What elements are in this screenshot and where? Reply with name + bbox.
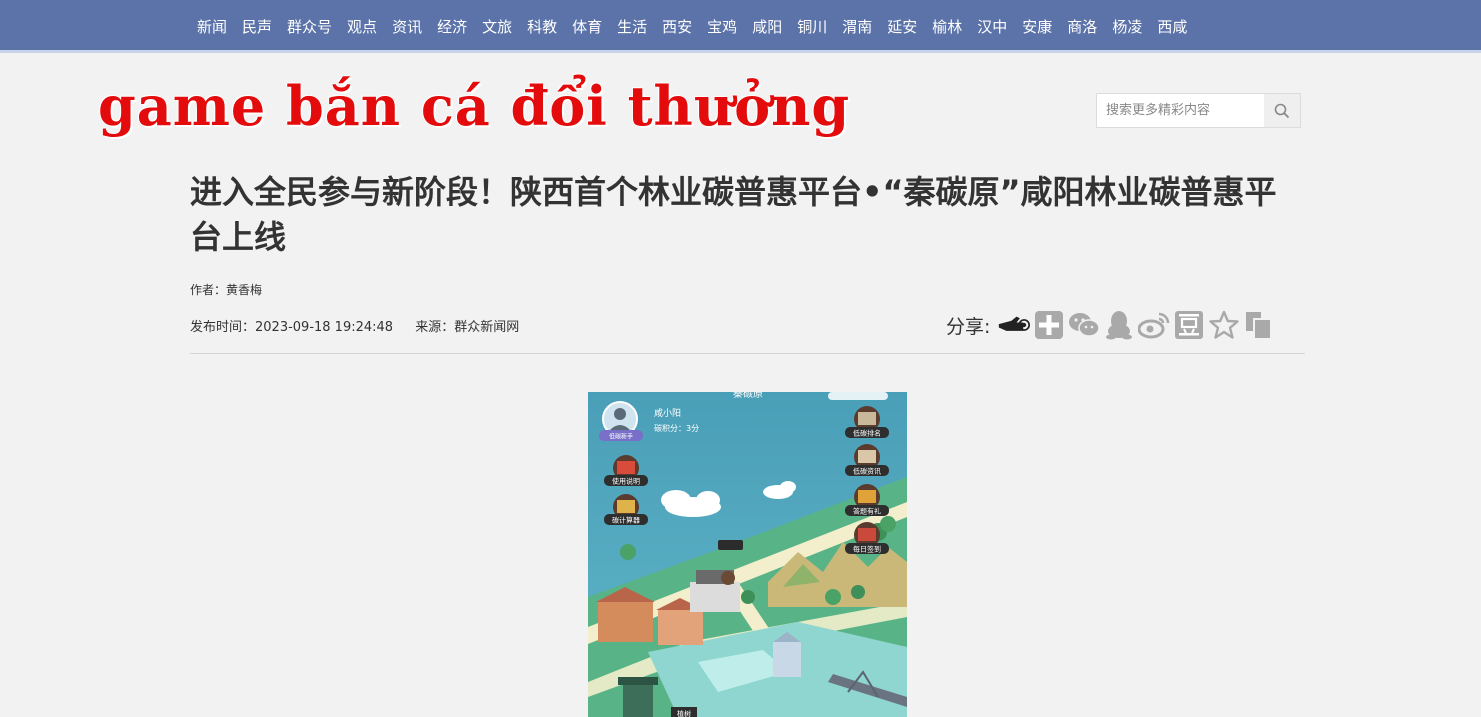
app-left-button-2: 碳计算器 [612, 516, 640, 525]
app-user-name: 咸小阳 [654, 407, 681, 419]
nav-item[interactable]: 文旅 [482, 16, 512, 37]
app-right-button-1: 低碳排名 [853, 429, 881, 438]
search-button[interactable] [1264, 94, 1300, 127]
nav-item[interactable]: 体育 [572, 16, 602, 37]
article-image: 秦碳原 低碳新手 咸小阳 碳积分：3分 使用说明 碳计算器 低碳排名 低碳资讯 … [588, 392, 907, 717]
wechat-icon[interactable] [1068, 309, 1101, 341]
divider [190, 353, 1305, 354]
article-title: 进入全民参与新阶段！陕西首个林业碳普惠平台•“秦碳原”咸阳林业碳普惠平台上线 [190, 173, 1277, 256]
publish-time: 发布时间：2023-09-18 19:24:48 [190, 320, 394, 335]
nav-item[interactable]: 西安 [662, 16, 692, 37]
nav-item[interactable]: 榆林 [932, 16, 962, 37]
nav-item[interactable]: 生活 [617, 16, 647, 37]
nav-item[interactable]: 新闻 [197, 16, 227, 37]
share-label: 分享: [946, 315, 991, 338]
top-nav-bar: 新闻 民声 群众号 观点 资讯 经济 文旅 科教 体育 生活 西安 宝鸡 咸阳 铜川 渭南 延安 榆林 汉中 安康商… [0, 0, 1481, 53]
search-input[interactable] [1097, 94, 1264, 127]
pointer-icon[interactable] [998, 309, 1031, 341]
nav-item[interactable]: 群众号 [287, 16, 332, 37]
share-bar: 分享: [946, 306, 1278, 344]
site-logo[interactable]: game bắn cá đổi thưởng [98, 74, 850, 138]
app-right-button-3: 答题有礼 [853, 507, 881, 516]
app-left-button-1: 使用说明 [612, 477, 640, 486]
search-box [1096, 93, 1301, 128]
nav-item[interactable]: 渭南 [842, 16, 872, 37]
nav-item[interactable]: 铜川 [797, 16, 827, 37]
nav-item[interactable]: 西咸 [1157, 16, 1187, 37]
app-carbon-points: 碳积分：3分 [654, 423, 699, 433]
app-right-button-4: 每日签到 [853, 545, 881, 554]
star-icon[interactable] [1208, 309, 1240, 341]
nav-item[interactable]: 杨凌 [1112, 16, 1142, 37]
app-bottom-tag: 植树 [677, 709, 691, 717]
plus-icon[interactable] [1033, 309, 1065, 341]
nav-item[interactable]: 民声 [242, 16, 272, 37]
article-meta: 发布时间：2023-09-18 19:24:48 来源：群众新闻网 [190, 316, 537, 335]
nav-list: 新闻 民声 群众号 观点 资讯 经济 文旅 科教 体育 生活 西安 宝鸡 咸阳 铜川 渭南 延安 榆林 汉中 安康商… [197, 0, 1202, 53]
nav-item[interactable]: 商洛 [1067, 16, 1097, 37]
app-badge: 低碳新手 [609, 433, 633, 441]
nav-item[interactable]: 资讯 [392, 16, 422, 37]
nav-item[interactable]: 延安 [887, 16, 917, 37]
nav-item[interactable]: 咸阳 [752, 16, 782, 37]
nav-item[interactable]: 宝鸡 [707, 16, 737, 37]
nav-item[interactable]: 经济 [437, 16, 467, 37]
nav-item[interactable]: 科教 [527, 16, 557, 37]
nav-item[interactable]: 汉中 [977, 16, 1007, 37]
app-top-title: 秦碳原 [733, 392, 763, 400]
search-icon [1274, 103, 1290, 118]
weibo-icon[interactable] [1138, 309, 1170, 341]
nav-item[interactable]: 观点 [347, 16, 377, 37]
qq-icon[interactable] [1103, 309, 1135, 341]
article-author: 作者：黄香梅 [190, 283, 263, 297]
douban-icon[interactable] [1173, 309, 1205, 341]
app-right-button-2: 低碳资讯 [853, 467, 881, 476]
nav-item[interactable]: 安康 [1022, 16, 1052, 37]
article-source: 来源：群众新闻网 [415, 320, 520, 335]
copy-icon[interactable] [1243, 309, 1275, 341]
